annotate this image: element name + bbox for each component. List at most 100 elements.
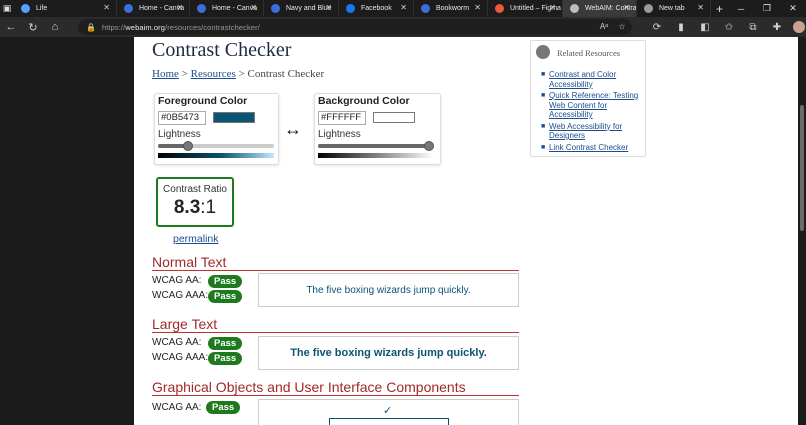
related-resource-item: ■ Quick Reference: Testing Web Content fo… — [541, 91, 645, 120]
large-text-sample: The five boxing wizards jump quickly. — [290, 347, 487, 359]
swap-colors-icon[interactable]: ↔ — [284, 119, 302, 140]
close-tab-icon[interactable]: ✕ — [697, 3, 704, 12]
foreground-hex-input[interactable]: #0B5473 — [158, 111, 206, 125]
breadcrumb-resources-link[interactable]: Resources — [191, 68, 236, 80]
browser-tab[interactable]: Untitled – Figma ✕ — [488, 0, 563, 17]
contrast-ratio-suffix: :1 — [200, 197, 217, 218]
close-tab-icon[interactable]: ✕ — [176, 3, 183, 12]
tab-favicon-icon — [569, 4, 579, 13]
url-bar-icons: Aᵃ ☆ — [597, 19, 629, 35]
back-arrow-icon[interactable]: ← — [0, 17, 22, 37]
close-tab-icon[interactable]: ✕ — [400, 3, 407, 12]
related-resource-link[interactable]: Contrast and Color Accessibility — [549, 70, 645, 89]
large-aa-pass-badge: Pass — [208, 337, 243, 350]
foreground-slider-thumb[interactable] — [183, 141, 193, 151]
related-resource-link[interactable]: Link Contrast Checker — [549, 143, 628, 153]
related-resources-title: Related Resources — [557, 48, 621, 58]
related-resource-link[interactable]: Web Accessibility for Designers — [549, 122, 645, 141]
maximize-icon[interactable]: ❐ — [754, 0, 780, 17]
extensions-puzzle-icon[interactable]: ✚ — [765, 17, 789, 37]
large-text-divider — [152, 332, 519, 333]
url-input[interactable]: 🔒 https://webaim.org/resources/contrastc… — [78, 19, 632, 35]
background-color-label: Background Color — [318, 95, 410, 107]
related-resources-panel: Related Resources ■ Contrast and Color Ac… — [530, 40, 646, 157]
split-screen-icon[interactable]: ◧ — [693, 17, 717, 37]
background-lightness-gradient — [318, 153, 434, 158]
close-tab-icon[interactable]: ✕ — [103, 3, 110, 12]
close-tab-icon[interactable]: ✕ — [623, 3, 630, 12]
tab-favicon-icon — [270, 4, 280, 13]
graphics-sample-box — [329, 418, 449, 425]
contrast-ratio-value: 8.3:1 — [158, 197, 232, 219]
favorites-icon[interactable]: ✩ — [717, 17, 741, 37]
background-lightness-slider[interactable] — [318, 141, 434, 151]
extension-icon[interactable]: ▮ — [669, 17, 693, 37]
browser-tab[interactable]: WebAIM: Contrast ✕ — [562, 0, 637, 17]
browser-tab[interactable]: Home - Canva ✕ — [117, 0, 190, 17]
favorite-star-icon[interactable]: ☆ — [615, 19, 629, 35]
close-tab-icon[interactable]: ✕ — [549, 3, 556, 12]
browser-tab[interactable]: New tab ✕ — [637, 0, 711, 17]
refresh-icon[interactable]: ↻ — [22, 17, 44, 37]
window-controls: ─ ❐ ✕ — [728, 0, 806, 17]
large-text-heading: Large Text — [152, 316, 218, 332]
close-tab-icon[interactable]: ✕ — [325, 3, 332, 12]
tab-label: New tab — [658, 5, 685, 12]
related-resource-link[interactable]: Quick Reference: Testing Web Content for… — [549, 91, 645, 120]
scrollbar-thumb[interactable] — [800, 105, 804, 231]
refresh-page-icon[interactable]: ⟳ — [645, 17, 669, 37]
close-tab-icon[interactable]: ✕ — [474, 3, 481, 12]
browser-tab[interactable]: Life ✕ — [14, 0, 117, 17]
normal-aaa-pass-badge: Pass — [208, 290, 243, 303]
background-slider-fill — [318, 144, 429, 148]
breadcrumb-separator: > — [181, 68, 188, 80]
url-text: https://webaim.org/resources/contrastche… — [101, 22, 260, 32]
lock-icon: 🔒 — [86, 22, 96, 32]
foreground-color-swatch[interactable] — [213, 112, 255, 123]
background-lightness-label: Lightness — [318, 129, 361, 140]
normal-text-preview: The five boxing wizards jump quickly. — [258, 273, 519, 307]
large-aa-label: WCAG AA: — [152, 337, 202, 348]
normal-text-sample: The five boxing wizards jump quickly. — [306, 285, 471, 296]
foreground-lightness-gradient — [158, 153, 274, 158]
browser-tab[interactable]: Navy and Blue ✕ — [264, 0, 339, 17]
tab-favicon-icon — [643, 4, 653, 13]
graphics-divider — [152, 395, 519, 396]
tab-actions-icon[interactable]: ▣ — [0, 0, 14, 17]
contrast-ratio-label: Contrast Ratio — [163, 184, 227, 195]
background-color-swatch[interactable] — [373, 112, 415, 123]
tab-favicon-icon — [20, 4, 30, 13]
tab-favicon-icon — [494, 4, 504, 13]
graphics-aa-pass-badge: Pass — [206, 401, 241, 414]
new-tab-button[interactable]: + — [711, 2, 728, 16]
background-slider-thumb[interactable] — [424, 141, 434, 151]
collections-icon[interactable]: ⧉ — [741, 17, 765, 37]
related-resources-list: ■ Contrast and Color Accessibility ■ Quick … — [541, 70, 645, 154]
browser-tab[interactable]: Bookworm ✕ — [414, 0, 488, 17]
tab-label: Facebook — [360, 5, 392, 12]
permalink-link[interactable]: permalink — [173, 233, 219, 245]
normal-text-divider — [152, 270, 519, 271]
bullet-icon: ■ — [541, 143, 546, 151]
tab-label: Life — [35, 5, 48, 12]
normal-aaa-label: WCAG AAA: — [152, 290, 209, 301]
breadcrumb-home-link[interactable]: Home — [152, 68, 179, 80]
minimize-icon[interactable]: ─ — [728, 0, 754, 17]
read-aloud-icon[interactable]: Aᵃ — [597, 19, 611, 35]
home-icon[interactable]: ⌂ — [44, 17, 66, 37]
page-viewport: Contrast Checker Home > Resources > Cont… — [0, 37, 806, 425]
related-resource-item: ■ Link Contrast Checker — [541, 143, 645, 153]
browser-tab[interactable]: Facebook ✕ — [339, 0, 414, 17]
background-hex-input[interactable]: #FFFFFF — [318, 111, 366, 125]
close-window-icon[interactable]: ✕ — [780, 0, 806, 17]
webaim-page: Contrast Checker Home > Resources > Cont… — [134, 37, 798, 425]
close-tab-icon[interactable]: ✕ — [250, 3, 257, 12]
bullet-icon: ■ — [541, 92, 546, 99]
background-color-panel: Background Color #FFFFFF Lightness — [314, 93, 441, 165]
foreground-lightness-label: Lightness — [158, 129, 201, 140]
foreground-lightness-slider[interactable] — [158, 141, 274, 151]
profile-avatar[interactable] — [793, 21, 805, 33]
browser-tab[interactable]: Home - Canva ✕ — [190, 0, 264, 17]
page-scrollbar[interactable] — [798, 37, 806, 425]
graphics-heading: Graphical Objects and User Interface Com… — [152, 379, 466, 395]
